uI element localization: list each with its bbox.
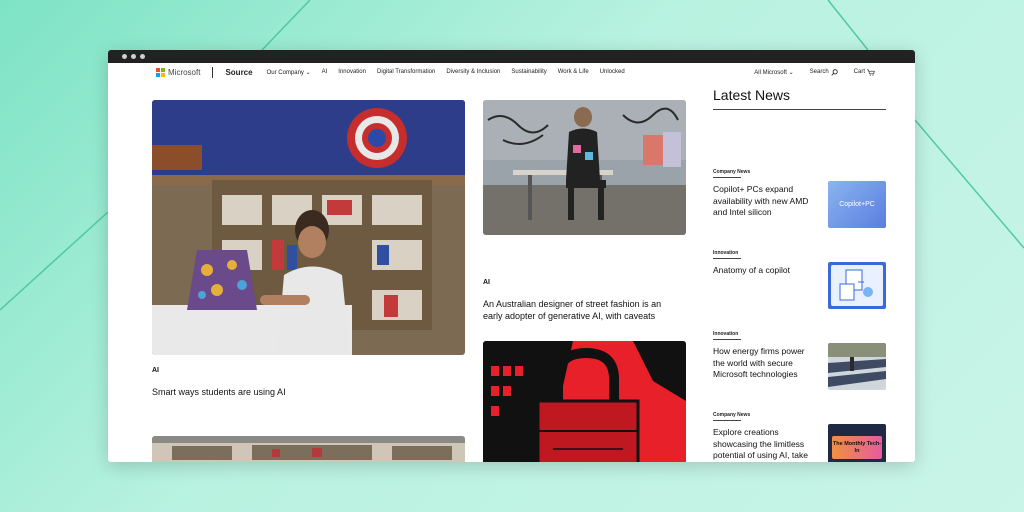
card-tag[interactable]: AI <box>152 367 159 374</box>
nav-digital-transformation[interactable]: Digital Transformation <box>377 69 435 76</box>
brand-name: Microsoft <box>168 67 201 77</box>
padlock-illustration[interactable] <box>483 341 686 462</box>
monthly-tech-in-thumbnail[interactable]: The Monthly Tech-In <box>828 424 886 462</box>
nav-work-life[interactable]: Work & Life <box>558 69 589 76</box>
cart-icon <box>867 69 875 76</box>
window-dot[interactable] <box>122 54 127 59</box>
nav-right: All Microsoft ⌄ Search Cart <box>754 68 875 76</box>
search-icon <box>831 68 838 76</box>
thumb-banner: The Monthly Tech-In <box>832 436 882 459</box>
designer-photo[interactable] <box>483 100 686 235</box>
site-navbar: Microsoft Source Our Company ⌄ AI Innova… <box>108 63 915 81</box>
search-button[interactable]: Search <box>809 68 838 76</box>
window-dot[interactable] <box>140 54 145 59</box>
all-microsoft-menu[interactable]: All Microsoft ⌄ <box>754 69 793 76</box>
nav-divider <box>212 66 214 78</box>
main-content: AI Smart ways students are using AI AI A… <box>108 81 915 462</box>
microsoft-logo-icon <box>156 67 165 77</box>
news-title[interactable]: How energy firms power the world with se… <box>713 346 817 381</box>
student-photo[interactable] <box>152 100 465 355</box>
news-title[interactable]: Explore creations showcasing the limitle… <box>713 427 817 462</box>
thumb-caption: The Monthly Tech-In <box>832 441 882 454</box>
news-item[interactable]: Company News Copilot+ PCs expand availab… <box>713 169 886 228</box>
news-item[interactable]: Company News Explore creations showcasin… <box>713 412 886 462</box>
news-tag[interactable]: Innovation <box>713 331 886 340</box>
nav-ai[interactable]: AI <box>322 69 328 76</box>
library-photo[interactable] <box>152 436 465 462</box>
latest-news-sidebar: Latest News Company News Copilot+ PCs ex… <box>713 81 886 462</box>
latest-news-heading: Latest News <box>713 87 886 110</box>
window-dot[interactable] <box>131 54 136 59</box>
nav-sustainability[interactable]: Sustainability <box>511 69 546 76</box>
news-title[interactable]: Anatomy of a copilot <box>713 265 817 277</box>
news-item[interactable]: Innovation How energy firms power the wo… <box>713 331 886 390</box>
news-tag[interactable]: Company News <box>713 169 886 178</box>
news-tag[interactable]: Company News <box>713 412 886 421</box>
microsoft-logo[interactable]: Microsoft <box>156 67 201 77</box>
browser-window: Microsoft Source Our Company ⌄ AI Innova… <box>108 50 915 462</box>
card-title[interactable]: Smart ways students are using AI <box>152 386 465 398</box>
nav-unlocked[interactable]: Unlocked <box>600 69 625 76</box>
energy-solar-thumbnail[interactable] <box>828 343 886 390</box>
window-titlebar <box>108 50 915 63</box>
copilot-anatomy-thumbnail[interactable] <box>828 262 886 309</box>
nav-innovation[interactable]: Innovation <box>338 69 366 76</box>
nav-diversity-inclusion[interactable]: Diversity & Inclusion <box>446 69 500 76</box>
nav-our-company[interactable]: Our Company ⌄ <box>267 69 311 76</box>
card-tag[interactable]: AI <box>483 279 490 286</box>
thumb-caption: Copilot+PC <box>839 201 875 208</box>
news-title[interactable]: Copilot+ PCs expand availability with ne… <box>713 184 817 219</box>
cart-button[interactable]: Cart <box>854 69 875 76</box>
source-link[interactable]: Source <box>225 68 252 77</box>
news-tag[interactable]: Innovation <box>713 250 886 259</box>
news-item[interactable]: Innovation Anatomy of a copilot <box>713 250 886 309</box>
nav-links: Our Company ⌄ AI Innovation Digital Tran… <box>267 69 625 76</box>
card-title[interactable]: An Australian designer of street fashion… <box>483 298 673 322</box>
copilot-pc-thumbnail[interactable]: Copilot+PC <box>828 181 886 228</box>
search-label: Search <box>809 69 829 75</box>
cart-label: Cart <box>853 69 865 75</box>
